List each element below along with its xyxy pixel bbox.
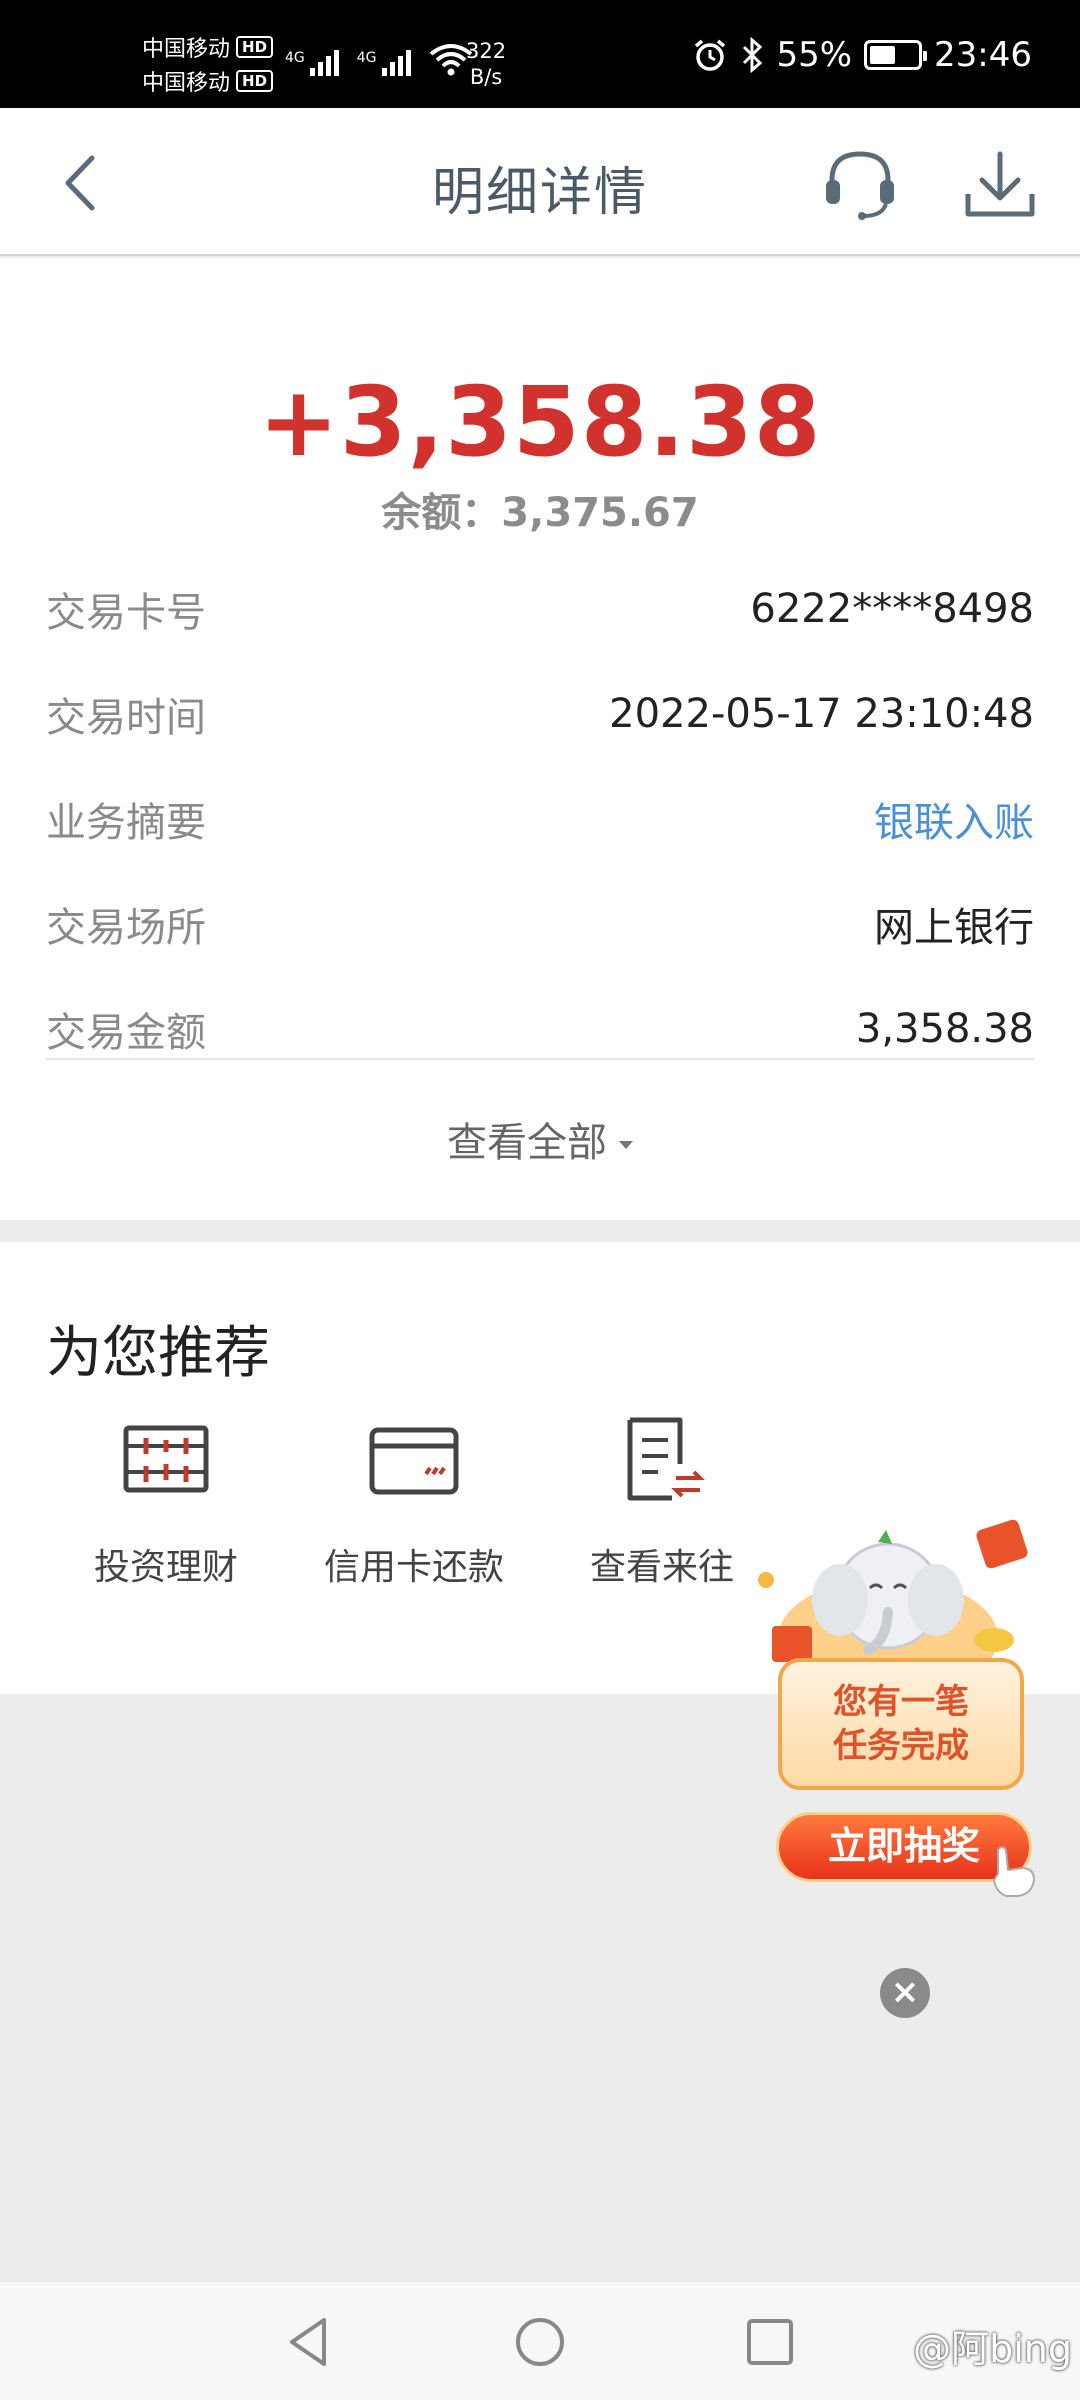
divider (46, 1058, 1034, 1060)
account-balance: 余额：3,375.67 (381, 490, 699, 536)
detail-label: 交易场所 (46, 904, 206, 951)
detail-value: 2022-05-17 23:10:48 (609, 690, 1034, 737)
promo-message: 您有一笔 任务完成 (778, 1658, 1024, 1790)
battery-percent: 55% (776, 35, 853, 75)
download-button[interactable] (960, 144, 1040, 224)
detail-rows: 交易卡号 6222****8498 交易时间 2022-05-17 23:10:… (46, 556, 1034, 1081)
status-right: 55% 23:46 (692, 30, 1032, 80)
signal-strength-icon: 4G (285, 50, 339, 76)
recommend-item-credit-card[interactable]: 信用卡还款 (314, 1412, 514, 1590)
close-promo-button[interactable]: × (880, 1968, 930, 2018)
alarm-icon (695, 39, 726, 71)
recommend-label: 信用卡还款 (323, 1547, 504, 1588)
page-title: 明细详情 (431, 163, 648, 223)
detail-row-time: 交易时间 2022-05-17 23:10:48 (46, 661, 1034, 766)
network-speed: 322 B/s (466, 38, 506, 90)
carrier-info: 中国移动 HD 中国移动 HD (142, 30, 274, 98)
download-icon (965, 151, 1035, 217)
network-type-2: 4G (356, 50, 377, 66)
caret-down-icon (619, 1141, 633, 1149)
nav-back-button[interactable] (280, 2312, 340, 2372)
pointing-hand-icon (992, 1846, 1036, 1897)
hd-badge-1: HD (236, 36, 274, 58)
abacus-icon (123, 1425, 209, 1493)
headset-icon (826, 151, 894, 220)
view-all-button[interactable]: 查看全部 (0, 1110, 1080, 1168)
signal-indicators: 4G 4G (285, 42, 473, 76)
detail-label: 交易卡号 (46, 589, 206, 636)
carrier-1: 中国移动 (142, 37, 231, 62)
battery-icon (864, 40, 928, 70)
credit-card-icon (369, 1427, 459, 1495)
detail-label: 交易金额 (46, 1009, 206, 1056)
recommend-item-investment[interactable]: 投资理财 (66, 1412, 266, 1590)
detail-row-amount: 交易金额 3,358.38 (46, 976, 1034, 1081)
square-recents-icon (747, 2319, 793, 2365)
detail-value: 6222****8498 (750, 585, 1034, 632)
nav-recents-button[interactable] (740, 2312, 800, 2372)
summary-link[interactable]: 银联入账 (874, 790, 1034, 848)
app-header: 明细详情 (0, 108, 1080, 256)
promo-line: 您有一笔 (833, 1682, 969, 1722)
detail-label: 交易时间 (46, 694, 206, 741)
customer-service-button[interactable] (820, 144, 900, 224)
hd-badge-2: HD (236, 70, 274, 92)
recommend-title: 为您推荐 (46, 1321, 270, 1386)
lottery-promo[interactable]: 您有一笔 任务完成 立即抽奖 (758, 1518, 1058, 1908)
document-transfer-icon (627, 1417, 705, 1501)
bluetooth-icon (743, 37, 763, 73)
promo-line: 任务完成 (833, 1726, 969, 1766)
recommend-item-transfers[interactable]: 查看来往 (562, 1412, 762, 1590)
transaction-detail-card: +3,358.38 余额：3,375.67 交易卡号 6222****8498 … (0, 258, 1080, 1220)
detail-row-card-number: 交易卡号 6222****8498 (46, 556, 1034, 661)
detail-value: 3,358.38 (855, 1005, 1034, 1052)
network-type-1: 4G (285, 50, 305, 66)
transaction-amount: +3,358.38 (258, 366, 822, 478)
app-page: 中国移动 HD 中国移动 HD 4G 4G 322 B/s 55% 23:46 … (0, 0, 1080, 2400)
detail-row-summary: 业务摘要 银联入账 (46, 766, 1034, 871)
detail-value: 网上银行 (874, 904, 1034, 951)
network-speed-unit: B/s (469, 65, 503, 89)
view-all-label: 查看全部 (447, 1120, 607, 1166)
detail-label: 业务摘要 (46, 799, 206, 846)
network-speed-value: 322 (466, 39, 507, 63)
recommend-label: 投资理财 (93, 1547, 238, 1588)
detail-row-location: 交易场所 网上银行 (46, 871, 1034, 976)
status-bar: 中国移动 HD 中国移动 HD 4G 4G 322 B/s 55% 23:46 (0, 0, 1080, 108)
triangle-back-icon (290, 2318, 326, 2366)
clock: 23:46 (934, 35, 1032, 75)
circle-home-icon (516, 2318, 564, 2366)
recommend-label: 查看来往 (589, 1547, 734, 1588)
carrier-2: 中国移动 (142, 71, 231, 96)
watermark: @阿bing (913, 2327, 1072, 2371)
nav-home-button[interactable] (510, 2312, 570, 2372)
signal-strength-icon: 4G (357, 50, 411, 76)
